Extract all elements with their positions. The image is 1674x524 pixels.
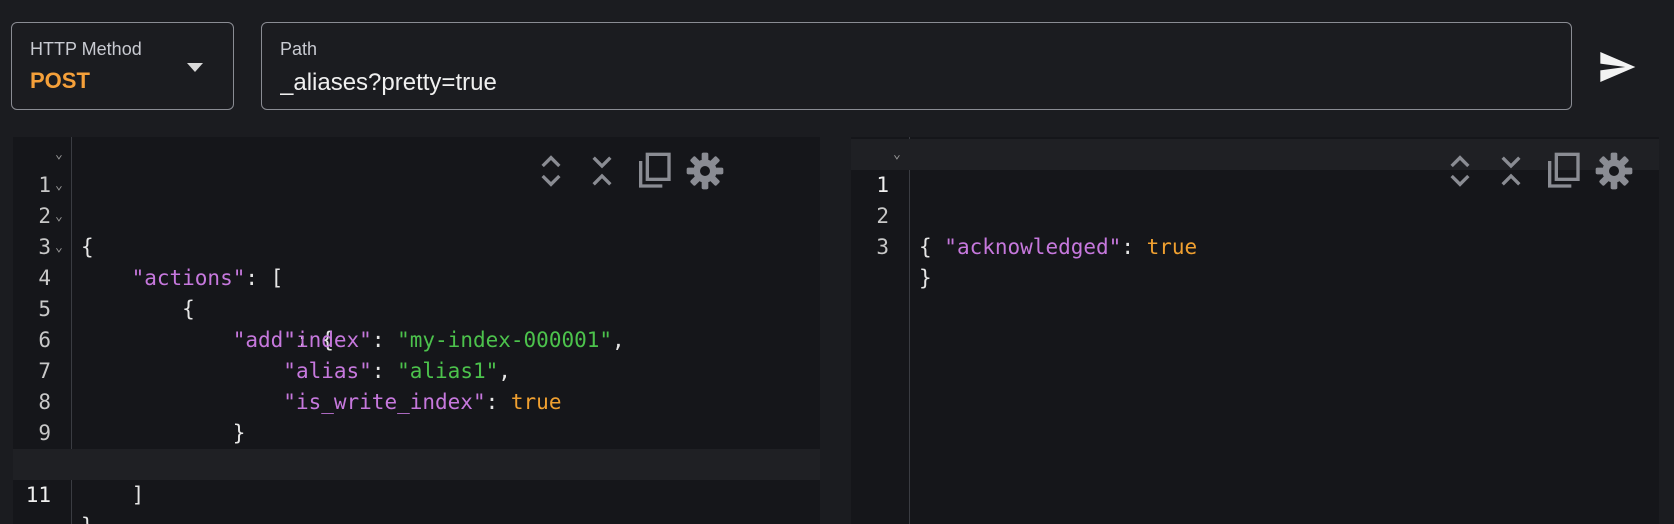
request-line: 6 "alias": "alias1", [13, 294, 820, 383]
fold-chevron-icon[interactable]: ⌄ [55, 139, 63, 170]
caret-down-icon[interactable] [187, 63, 203, 72]
http-method-label: HTTP Method [30, 39, 142, 59]
fold-chevron-icon[interactable]: ⌄ [55, 170, 63, 201]
code-text: } [919, 266, 932, 290]
request-line: 5 "index": "my-index-000001", [13, 263, 820, 352]
response-line-active: 1 ⌄ { [851, 139, 1659, 259]
fold-chevron-icon[interactable]: ⌄ [55, 201, 63, 232]
response-editor[interactable]: 1 ⌄ { 2 "acknowledged": true 3 } [851, 137, 1659, 524]
line-number: 11 [25, 483, 51, 507]
path-field[interactable]: Path [261, 22, 1572, 110]
send-icon[interactable] [1597, 47, 1637, 87]
request-line: 3 ⌄ { [13, 201, 820, 321]
request-editor[interactable]: 1 ⌄ { 2 ⌄ "actions": [ 3 ⌄ { 4 ⌄ "add": … [13, 137, 820, 524]
json-key: "acknowledged" [944, 235, 1122, 259]
unfold-more-icon[interactable] [1440, 151, 1480, 191]
fold-chevron-icon[interactable]: ⌄ [893, 139, 901, 170]
http-method-select[interactable]: HTTP Method POST [11, 22, 234, 110]
response-line: 3 } [851, 201, 1659, 290]
gear-icon[interactable] [685, 151, 725, 191]
json-boolean: true [1146, 235, 1198, 259]
unfold-more-icon[interactable] [531, 151, 571, 191]
request-line: 9 } [13, 387, 820, 476]
unfold-less-icon[interactable] [1491, 151, 1531, 191]
request-line: 10 ] [13, 418, 820, 507]
copy-icon[interactable] [1543, 151, 1583, 191]
code-text: } [81, 514, 94, 524]
line-number: 3 [876, 235, 889, 259]
gear-icon[interactable] [1594, 151, 1634, 191]
request-line: 4 ⌄ "add": { [13, 232, 820, 352]
http-method-value: POST [30, 68, 90, 93]
request-line: 7 "is_write_index": true [13, 325, 820, 414]
code-text: : [1121, 235, 1147, 259]
path-input[interactable] [280, 67, 1540, 99]
path-label: Path [280, 39, 318, 59]
unfold-less-icon[interactable] [582, 151, 622, 191]
code-text: ] [131, 483, 145, 507]
request-line-active: 11 } [13, 449, 820, 524]
copy-icon[interactable] [634, 151, 674, 191]
response-line: 2 "acknowledged": true [851, 170, 1659, 259]
request-line: 8 } [13, 356, 820, 445]
fold-chevron-icon[interactable]: ⌄ [55, 232, 63, 263]
